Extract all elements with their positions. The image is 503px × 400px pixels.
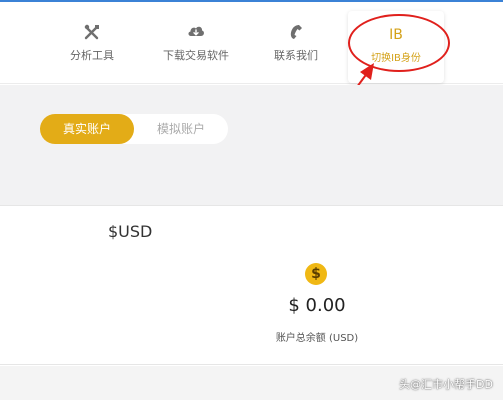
nav-item-download-software[interactable]: 下载交易软件	[150, 24, 242, 63]
cloud-download-icon	[150, 24, 242, 42]
tab-real-account[interactable]: 真实账户	[40, 114, 134, 144]
nav-item-contact-us[interactable]: 联系我们	[266, 24, 326, 63]
tab-demo-account[interactable]: 模拟账户	[134, 114, 228, 144]
account-type-toggle: 真实账户 模拟账户	[40, 114, 228, 144]
balance-label: 账户总余额 (USD)	[275, 333, 359, 344]
nav-download-label: 下载交易软件	[163, 49, 229, 62]
balance-amount: $ 0.00	[288, 295, 346, 316]
top-navbar: 记录 分析工具 下载交易软件 联系我们 IB 切换I	[0, 2, 503, 84]
currency-label: $USD	[108, 222, 153, 241]
ib-switch-button[interactable]: IB 切换IB身份	[348, 11, 444, 83]
nav-contact-label: 联系我们	[274, 49, 318, 62]
account-type-band	[0, 85, 503, 205]
tools-icon	[60, 24, 124, 42]
account-summary	[0, 205, 503, 365]
ib-title: IB	[389, 27, 403, 43]
phone-icon	[266, 24, 326, 42]
ib-switch-label: 切换IB身份	[371, 53, 421, 64]
watermark: 头@汇市小帮手DD	[399, 378, 493, 391]
nav-analysis-label: 分析工具	[70, 49, 114, 62]
nav-item-analysis-tools[interactable]: 分析工具	[60, 24, 124, 63]
dollar-coin-icon: $	[305, 263, 327, 285]
